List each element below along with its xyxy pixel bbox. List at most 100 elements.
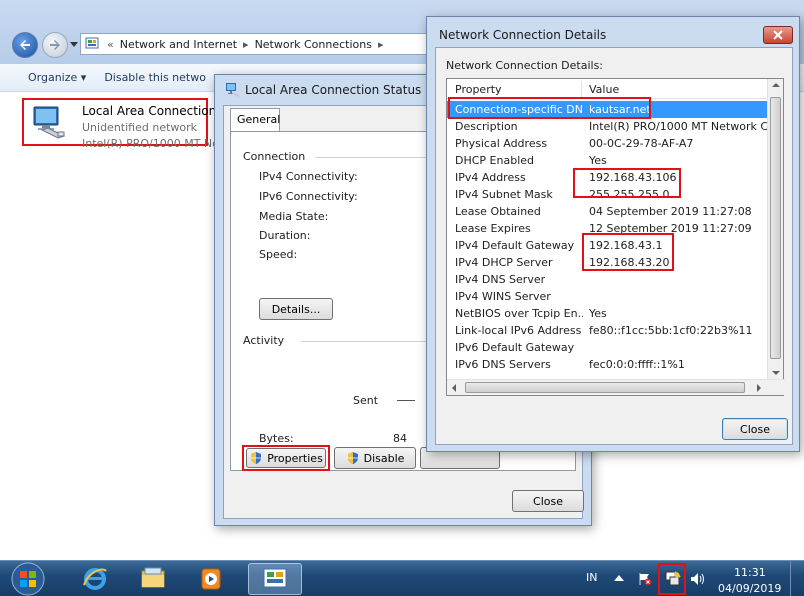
row-property: Physical Address <box>455 137 548 150</box>
table-row[interactable]: IPv4 Subnet Mask 255.255.255.0 <box>447 186 769 203</box>
taskbar-windows-explorer[interactable] <box>126 563 180 595</box>
table-row[interactable]: IPv6 Default Gateway <box>447 339 769 356</box>
details-dialog-body: Network Connection Details: Property Val… <box>435 47 793 445</box>
tray-network-highlight <box>658 563 686 595</box>
close-status-button[interactable]: Close <box>512 490 584 512</box>
breadcrumb-separator: ▸ <box>377 37 384 51</box>
table-row[interactable]: IPv4 Default Gateway 192.168.43.1 <box>447 237 769 254</box>
windows-logo-icon <box>11 562 45 596</box>
arrow-right-icon <box>50 40 60 50</box>
row-value: fe80::f1cc:5bb:1cf0:22b3%11 <box>589 324 753 337</box>
breadcrumb-network-connections[interactable]: Network Connections <box>255 38 372 51</box>
media-player-icon <box>201 568 221 590</box>
vertical-scrollbar[interactable] <box>767 79 783 379</box>
row-property: Link-local IPv6 Address <box>455 324 582 337</box>
scroll-down-arrow-icon[interactable] <box>772 371 780 375</box>
address-bar[interactable]: « Network and Internet ▸ Network Connect… <box>80 33 432 55</box>
row-value: 12 September 2019 11:27:09 <box>589 222 752 235</box>
row-value: 00-0C-29-78-AF-A7 <box>589 137 694 150</box>
table-row[interactable]: Connection-specific DN... kautsar.net <box>447 101 769 118</box>
show-desktop-button[interactable] <box>790 561 804 596</box>
clock-time[interactable]: 11:31 <box>734 566 766 579</box>
properties-button-label: Properties <box>267 451 323 465</box>
properties-button[interactable]: Properties <box>242 445 330 471</box>
forward-button[interactable] <box>42 32 68 58</box>
close-icon <box>773 30 783 40</box>
row-property: NetBIOS over Tcpip En... <box>455 307 583 320</box>
column-header-value[interactable]: Value <box>589 83 619 96</box>
close-details-button[interactable]: Close <box>722 418 788 440</box>
breadcrumb-separator: ▸ <box>243 37 249 51</box>
ipv4-connectivity-label: IPv4 Connectivity: <box>259 170 358 183</box>
row-property: Description <box>455 120 518 133</box>
sent-line <box>397 400 415 401</box>
arrow-left-icon <box>20 40 30 50</box>
show-hidden-icons-icon[interactable] <box>614 575 624 581</box>
vertical-scroll-thumb[interactable] <box>770 97 781 359</box>
row-property: IPv4 DHCP Server <box>455 256 553 269</box>
connection-group-label: Connection <box>243 150 306 163</box>
organize-menu[interactable]: Organize ▾ <box>0 71 100 84</box>
horizontal-scrollbar[interactable] <box>447 379 785 395</box>
row-property: IPv4 WINS Server <box>455 290 551 303</box>
back-button[interactable] <box>12 32 38 58</box>
table-row[interactable]: DHCP Enabled Yes <box>447 152 769 169</box>
internet-explorer-icon <box>83 568 107 590</box>
table-row[interactable]: NetBIOS over Tcpip En... Yes <box>447 305 769 322</box>
uac-shield-icon <box>251 452 262 464</box>
horizontal-scroll-thumb[interactable] <box>465 382 745 393</box>
table-row[interactable]: IPv4 DHCP Server 192.168.43.20 <box>447 254 769 271</box>
taskbar-network-connections[interactable] <box>248 563 302 595</box>
row-property: IPv4 Subnet Mask <box>455 188 553 201</box>
tab-general[interactable]: General <box>230 108 280 132</box>
table-row[interactable]: IPv4 WINS Server <box>447 288 769 305</box>
row-value: fec0:0:0:ffff::1%1 <box>589 358 685 371</box>
column-header-property[interactable]: Property <box>455 83 502 96</box>
details-caption: Network Connection Details: <box>446 59 604 72</box>
row-value: Yes <box>589 154 607 167</box>
connection-device: Intel(R) PRO/1000 MT Ne <box>82 137 219 150</box>
table-row[interactable]: IPv4 DNS Server <box>447 271 769 288</box>
row-property: IPv4 Default Gateway <box>455 239 575 252</box>
scroll-left-arrow-icon[interactable] <box>452 384 456 392</box>
disable-network-button[interactable]: Disable this netwo <box>100 71 220 84</box>
table-row[interactable]: Physical Address 00-0C-29-78-AF-A7 <box>447 135 769 152</box>
details-button[interactable]: Details... <box>259 298 333 320</box>
row-property: DHCP Enabled <box>455 154 535 167</box>
disable-button[interactable]: Disable <box>334 447 416 469</box>
volume-icon[interactable] <box>690 572 706 586</box>
details-listview[interactable]: Property Value Connection-specific DN...… <box>446 78 785 396</box>
table-row[interactable]: IPv6 DNS Servers fec0:0:0:ffff::1%1 <box>447 356 769 373</box>
column-divider[interactable] <box>581 81 582 97</box>
bytes-label: Bytes: <box>259 432 294 445</box>
uac-shield-icon <box>347 452 358 464</box>
network-tray-icon[interactable] <box>665 571 681 587</box>
action-center-flag-icon[interactable] <box>638 572 652 586</box>
folder-icon <box>141 567 165 588</box>
row-property: IPv6 Default Gateway <box>455 341 575 354</box>
window-close-button[interactable] <box>763 26 793 44</box>
taskbar: IN 11:31 04/09/2019 <box>0 560 804 596</box>
row-value: Yes <box>589 307 607 320</box>
close-details-label: Close <box>740 422 770 436</box>
table-row[interactable]: Lease Expires 12 September 2019 11:27:09 <box>447 220 769 237</box>
row-property: Lease Expires <box>455 222 531 235</box>
start-button[interactable] <box>6 561 50 596</box>
table-row[interactable]: Lease Obtained 04 September 2019 11:27:08 <box>447 203 769 220</box>
network-status-icon <box>226 83 240 97</box>
clock-date[interactable]: 04/09/2019 <box>718 582 781 595</box>
taskbar-internet-explorer[interactable] <box>68 563 122 595</box>
history-dropdown-icon[interactable] <box>70 40 78 48</box>
details-button-label: Details... <box>271 302 321 316</box>
row-property: Lease Obtained <box>455 205 541 218</box>
table-row[interactable]: Description Intel(R) PRO/1000 MT Network … <box>447 118 769 135</box>
table-row[interactable]: IPv4 Address 192.168.43.106 <box>447 169 769 186</box>
scroll-up-arrow-icon[interactable] <box>772 83 780 87</box>
table-row[interactable]: Link-local IPv6 Address fe80::f1cc:5bb:1c… <box>447 322 769 339</box>
local-area-connection-item[interactable]: Local Area Connection Unidentified netwo… <box>22 98 219 150</box>
language-indicator[interactable]: IN <box>586 571 597 584</box>
taskbar-media-player[interactable] <box>184 563 238 595</box>
scroll-right-arrow-icon[interactable] <box>757 384 761 392</box>
breadcrumb-network-and-internet[interactable]: Network and Internet <box>120 38 237 51</box>
network-control-panel-icon <box>263 568 287 588</box>
